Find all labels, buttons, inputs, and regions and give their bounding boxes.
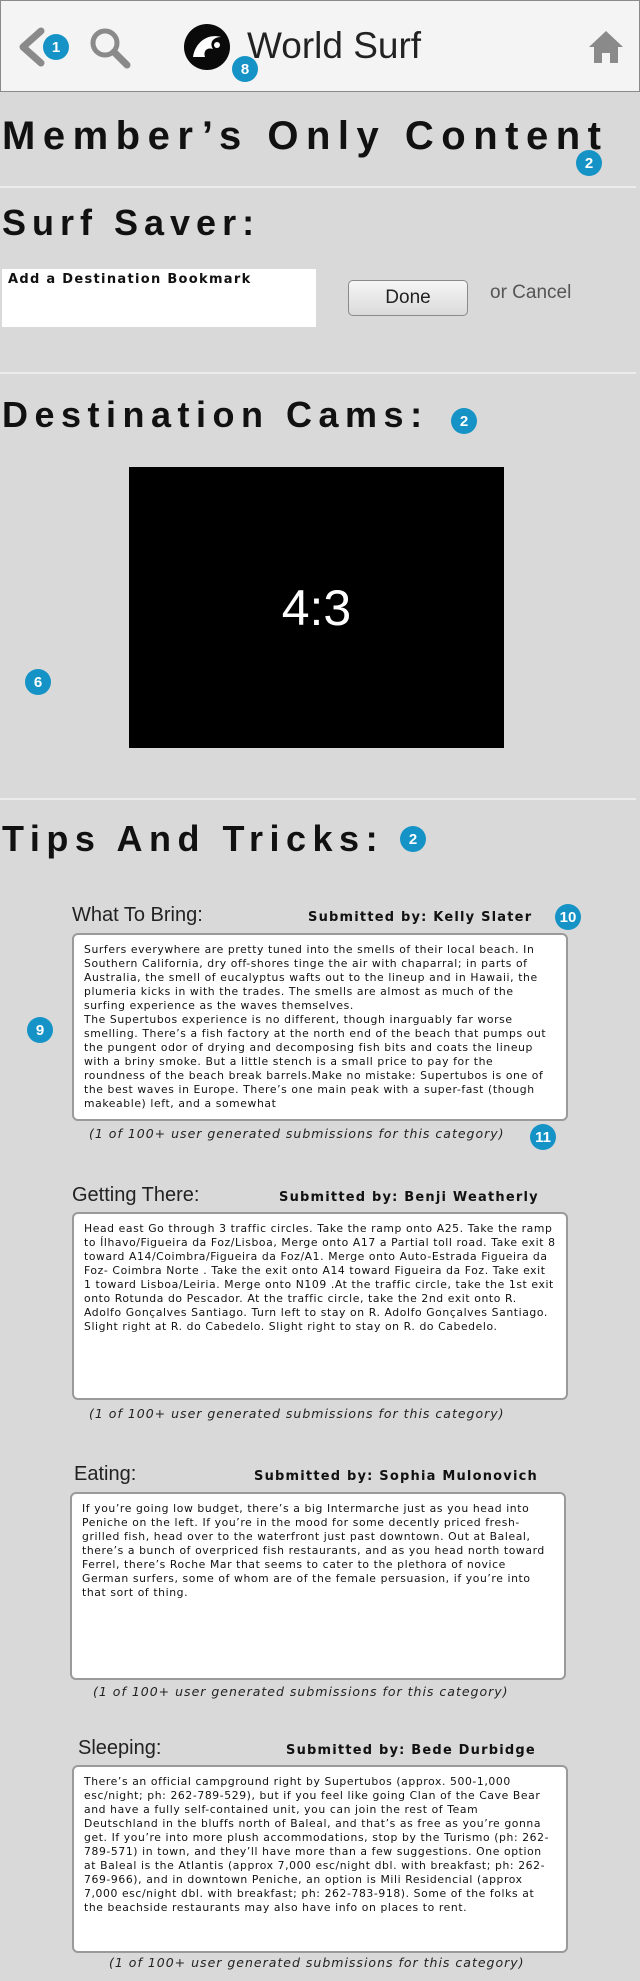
category-title: Getting There: [72, 1184, 200, 1206]
submitter-label: Submitted by: Kelly Slater [308, 910, 533, 925]
category-title: What To Bring: [72, 904, 203, 926]
home-icon[interactable] [587, 29, 625, 65]
section-divider [0, 372, 636, 374]
submitter-label: Submitted by: Sophia Mulonovich [254, 1469, 538, 1484]
submitter-label: Submitted by: Bede Durbidge [286, 1743, 536, 1758]
annotation-badge: 6 [25, 669, 51, 695]
video-aspect-label: 4:3 [281, 579, 352, 636]
annotation-badge: 2 [576, 150, 602, 176]
submitter-label: Submitted by: Benji Weatherly [279, 1190, 539, 1205]
annotation-badge: 1 [43, 34, 69, 60]
submission-count[interactable]: (1 of 100+ user generated submissions fo… [89, 1126, 505, 1141]
category-text[interactable]: Surfers everywhere are pretty tuned into… [72, 933, 568, 1121]
tips-title: Tips And Tricks: [2, 818, 385, 859]
surf-saver-title: Surf Saver: [2, 202, 261, 243]
category-title: Eating: [74, 1463, 137, 1485]
submission-count[interactable]: (1 of 100+ user generated submissions fo… [89, 1406, 505, 1421]
app-title: World Surf [247, 25, 422, 66]
cancel-link[interactable]: or Cancel [490, 282, 571, 304]
category-title: Sleeping: [78, 1737, 162, 1759]
destination-cams-title: Destination Cams: [2, 394, 429, 435]
section-divider [0, 798, 636, 800]
section-divider [0, 186, 636, 188]
annotation-badge: 10 [555, 904, 581, 930]
submission-count[interactable]: (1 of 100+ user generated submissions fo… [93, 1684, 509, 1699]
category-text[interactable]: There’s an official campground right by … [72, 1765, 568, 1953]
annotation-badge: 2 [451, 408, 477, 434]
bookmark-input-placeholder: Add a Destination Bookmark [8, 272, 252, 287]
annotation-badge: 2 [400, 826, 426, 852]
wave-logo-icon [184, 24, 230, 70]
submission-count[interactable]: (1 of 100+ user generated submissions fo… [109, 1955, 525, 1970]
annotation-badge: 9 [27, 1017, 53, 1043]
annotation-badge: 11 [530, 1124, 556, 1150]
bookmark-input[interactable]: Add a Destination Bookmark [2, 269, 316, 327]
members-only-title: Member’s Only Content [2, 114, 609, 158]
cam-video-player[interactable]: 4:3 [129, 467, 504, 748]
category-text[interactable]: Head east Go through 3 traffic circles. … [72, 1212, 568, 1400]
category-text[interactable]: If you’re going low budget, there’s a bi… [70, 1492, 566, 1680]
search-icon[interactable] [87, 25, 133, 71]
app-header: 1 8 World Surf [0, 0, 640, 92]
done-button[interactable]: Done [348, 280, 468, 316]
